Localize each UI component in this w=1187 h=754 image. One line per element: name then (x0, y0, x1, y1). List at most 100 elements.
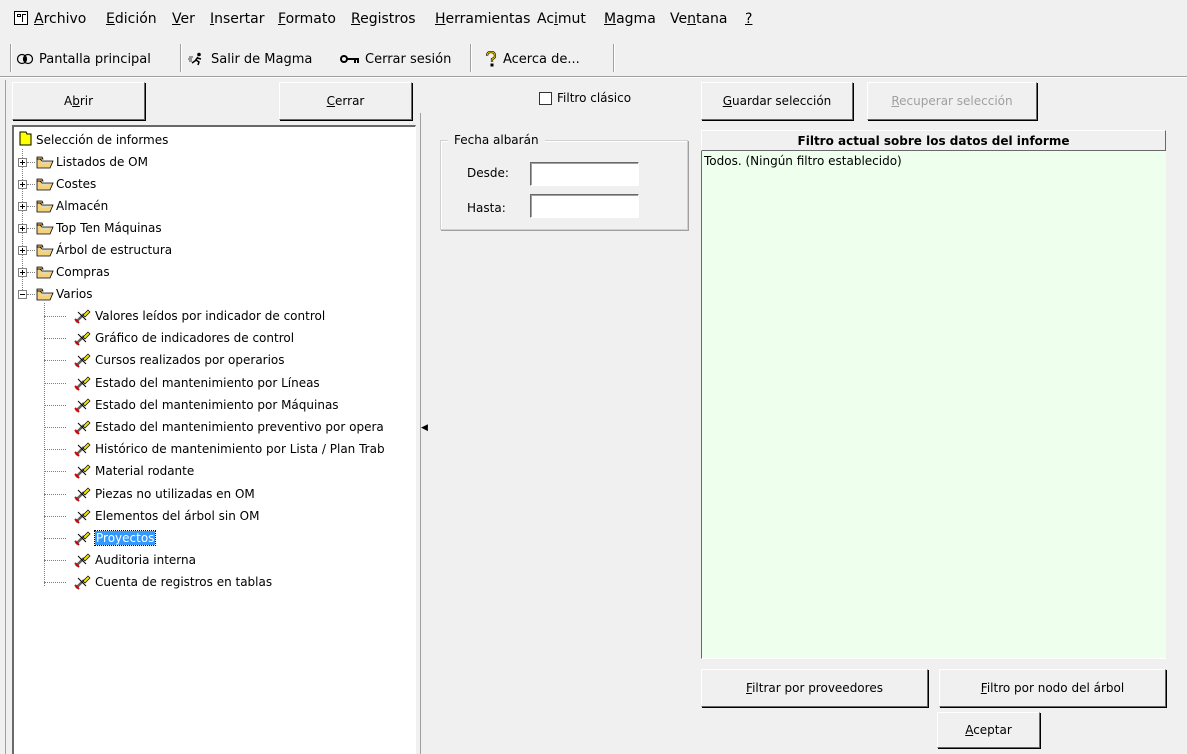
from-date-input[interactable] (530, 162, 639, 186)
logout-button[interactable]: Cerrar sesión (340, 47, 451, 71)
menu-archivo[interactable]: Archivo (34, 11, 86, 27)
folder-icon (36, 200, 54, 213)
report-tool-icon (74, 575, 91, 591)
tree-folder[interactable]: Listados de OM (56, 152, 148, 172)
menu-ventana[interactable]: Ventana (670, 11, 728, 27)
folder-open-icon (19, 131, 32, 146)
collapse-node-icon[interactable] (18, 290, 27, 299)
report-tool-icon (74, 531, 91, 546)
tree-item[interactable]: Estado del mantenimiento por Máquinas (95, 395, 339, 415)
window-system-icon[interactable] (14, 11, 28, 25)
tree-line (44, 382, 66, 384)
folder-icon (36, 288, 54, 301)
about-button[interactable]: Acerca de... (484, 47, 580, 71)
question-icon (485, 51, 497, 67)
tree-line (44, 316, 66, 317)
tree-line (27, 250, 35, 251)
tree-line (44, 538, 66, 539)
to-label: Hasta: (467, 201, 506, 215)
report-tool-icon (74, 442, 91, 457)
tree-line (44, 582, 66, 584)
folder-icon (36, 222, 54, 235)
filter-panel-body: Todos. (Ningún filtro establecido) (701, 151, 1166, 659)
tree-root[interactable]: Selección de informes (36, 130, 168, 150)
expand-node-icon[interactable] (18, 224, 27, 233)
menu-edicion[interactable]: Edición (106, 11, 157, 27)
tree-line (27, 228, 35, 229)
tree-line (44, 493, 66, 495)
report-tool-icon (74, 309, 91, 324)
report-tool-icon (74, 487, 91, 502)
divider (0, 76, 1187, 78)
collapse-arrow-icon[interactable]: ◀ (421, 423, 428, 433)
expand-node-icon[interactable] (18, 180, 27, 189)
tree-item[interactable]: Auditoria interna (95, 550, 196, 570)
tree-folder[interactable]: Varios (56, 284, 93, 304)
filter-suppliers-button[interactable]: Filtrar por proveedores (701, 669, 928, 707)
tree-item[interactable]: Cuenta de registros en tablas (95, 572, 272, 592)
toolbar-separator (470, 44, 472, 72)
date-group-title: Fecha albarán (448, 133, 545, 147)
tree-item[interactable]: Gráfico de indicadores de control (95, 328, 294, 348)
menu-insertar[interactable]: Insertar (210, 11, 265, 27)
expand-node-icon[interactable] (18, 268, 27, 277)
tree-line (44, 360, 66, 362)
report-tool-icon (74, 464, 91, 480)
tree-line (44, 303, 45, 586)
tree-item[interactable]: Piezas no utilizadas en OM (95, 484, 255, 504)
expand-node-icon[interactable] (18, 246, 27, 255)
tree-item[interactable]: Cursos realizados por operarios (95, 350, 285, 370)
tree-line (27, 294, 35, 295)
splitter[interactable]: ◀ (420, 113, 430, 754)
tree-folder[interactable]: Top Ten Máquinas (56, 218, 162, 238)
tree-folder[interactable]: Compras (56, 262, 110, 282)
tree-line (27, 272, 35, 273)
tree-item[interactable]: Elementos del árbol sin OM (95, 506, 259, 526)
menu-formato[interactable]: Formato (278, 11, 336, 27)
tree-item[interactable]: Histórico de mantenimiento por Lista / P… (95, 439, 385, 459)
save-selection-button[interactable]: Guardar selección (701, 82, 853, 120)
tree-line (27, 162, 35, 163)
filter-tree-node-button[interactable]: Filtro por nodo del árbol (939, 669, 1166, 707)
open-button[interactable]: Abrir (12, 82, 145, 120)
home-button[interactable]: Pantalla principal (16, 47, 151, 71)
menu-acimut[interactable]: Acimut (537, 11, 586, 27)
to-date-input[interactable] (530, 194, 639, 218)
report-tool-icon (74, 398, 91, 413)
report-tree[interactable]: Selección de informes Listados de OM Cost… (12, 125, 416, 754)
close-button[interactable]: Cerrar (279, 82, 412, 120)
menu-registros[interactable]: Registros (351, 11, 416, 27)
expand-node-icon[interactable] (18, 202, 27, 211)
menu-herramientas[interactable]: Herramientas (435, 11, 530, 27)
tree-item[interactable]: Estado del mantenimiento preventivo por … (95, 417, 384, 437)
tree-line (44, 471, 66, 473)
tree-line (27, 184, 35, 185)
folder-icon (36, 178, 54, 191)
left-border (5, 80, 6, 754)
exit-button[interactable]: Salir de Magma (188, 47, 312, 71)
tree-folder[interactable]: Árbol de estructura (56, 240, 172, 260)
folder-icon (36, 244, 54, 257)
tree-item[interactable]: Valores leídos por indicador de control (95, 306, 325, 326)
tree-item[interactable]: Material rodante (95, 461, 194, 481)
toolbar-grip (10, 44, 12, 72)
report-tool-icon (74, 509, 91, 524)
tree-item[interactable]: Proyectos (93, 528, 157, 548)
tree-folder[interactable]: Almacén (56, 196, 108, 216)
tree-item[interactable]: Estado del mantenimiento por Líneas (95, 373, 320, 393)
report-tool-icon (74, 353, 91, 369)
report-tool-icon (74, 376, 91, 391)
tree-line (44, 515, 66, 517)
toolbar (0, 40, 1187, 74)
menu-magma[interactable]: Magma (604, 11, 656, 27)
tree-line (27, 206, 35, 207)
tree-folder[interactable]: Costes (56, 174, 96, 194)
tree-line (44, 427, 66, 428)
classic-filter-checkbox[interactable] (539, 92, 552, 105)
expand-node-icon[interactable] (18, 158, 27, 167)
key-icon (340, 55, 359, 63)
folder-icon (36, 266, 54, 279)
accept-button[interactable]: Aceptar (937, 712, 1040, 748)
menu-ver[interactable]: Ver (172, 11, 195, 27)
menu-help[interactable]: ? (745, 11, 752, 27)
